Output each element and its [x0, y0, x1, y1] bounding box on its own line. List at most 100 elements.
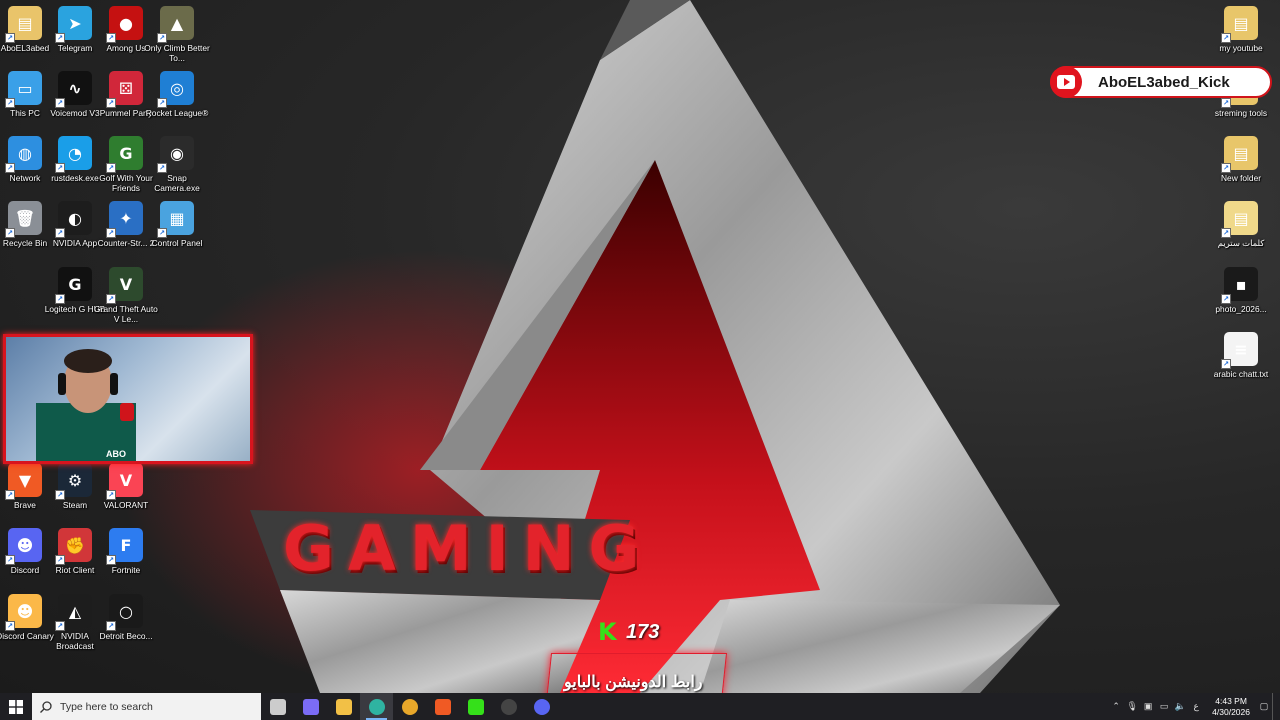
- desktop-shortcut-label: Grand Theft Auto V Le...: [94, 304, 158, 324]
- discord-icon: ☻ ↗: [5, 528, 42, 565]
- desktop-shortcut[interactable]: V ↗ Grand Theft Auto V Le...: [93, 267, 159, 324]
- taskbar-app-copilot[interactable]: [294, 693, 327, 720]
- brave-icon: [434, 698, 451, 715]
- file-explorer-icon: [335, 698, 352, 715]
- photo-file-icon: ▪ ↗: [1221, 267, 1258, 304]
- shortcut-arrow-icon: ↗: [157, 163, 167, 173]
- shortcut-arrow-icon: ↗: [106, 555, 116, 565]
- system-tray: ⌃ 🎙 ▣ ▭ 🔈 ع 4:43 PM 4/30/2026 ▢: [1108, 693, 1280, 720]
- desktop-shortcut-label: arabic chatt.txt: [1213, 369, 1269, 379]
- shortcut-arrow-icon: ↗: [157, 33, 167, 43]
- control-panel-icon: ▦ ↗: [157, 201, 194, 238]
- shortcut-arrow-icon: ↗: [106, 621, 116, 631]
- nvidia-icon: ◐ ↗: [55, 201, 92, 238]
- shortcut-arrow-icon: ↗: [1221, 98, 1231, 108]
- network-tray-icon[interactable]: ▭: [1156, 693, 1172, 720]
- shortcut-arrow-icon: ↗: [5, 490, 15, 500]
- desktop-shortcut-label: streming tools: [1214, 108, 1268, 118]
- volume-icon[interactable]: 🔈: [1172, 693, 1188, 720]
- desktop-shortcut[interactable]: F ↗ Fortnite: [93, 528, 159, 575]
- shortcut-arrow-icon: ↗: [1221, 359, 1231, 369]
- show-desktop-button[interactable]: [1272, 693, 1280, 720]
- display-icon[interactable]: ▣: [1140, 693, 1156, 720]
- clock[interactable]: 4:43 PM 4/30/2026: [1212, 696, 1250, 718]
- golf-icon: G ↗: [106, 136, 143, 173]
- pummel-party-icon: ⚄ ↗: [106, 71, 143, 108]
- desktop-shortcut[interactable]: ▪ ↗ photo_2026...: [1208, 267, 1274, 314]
- rocket-league-icon: ◎ ↗: [157, 71, 194, 108]
- desktop-shortcut-label: my youtube: [1219, 43, 1263, 53]
- kick-logo-icon: K: [598, 618, 617, 646]
- taskbar-app-file-explorer[interactable]: [327, 693, 360, 720]
- shortcut-arrow-icon: ↗: [1221, 228, 1231, 238]
- edge-icon: [368, 698, 385, 715]
- taskbar-app-obs[interactable]: [492, 693, 525, 720]
- shortcut-arrow-icon: ↗: [106, 228, 116, 238]
- network-icon: ◍ ↗: [5, 136, 42, 173]
- taskbar-search-box[interactable]: Type here to search: [32, 693, 261, 720]
- among-us-icon: ● ↗: [106, 6, 143, 43]
- shortcut-arrow-icon: ↗: [5, 98, 15, 108]
- shortcut-arrow-icon: ↗: [55, 228, 65, 238]
- desktop-shortcut-label: New folder: [1220, 173, 1262, 183]
- windows-icon: [9, 699, 23, 714]
- search-icon: [40, 700, 52, 713]
- shortcut-arrow-icon: ↗: [55, 621, 65, 631]
- desktop-shortcut-label: Only Climb Better To...: [144, 43, 210, 63]
- shortcut-arrow-icon: ↗: [5, 621, 15, 631]
- shortcut-arrow-icon: ↗: [55, 555, 65, 565]
- taskbar-app-brave[interactable]: [426, 693, 459, 720]
- start-button[interactable]: [0, 693, 32, 720]
- desktop-shortcut-label: Control Panel: [151, 238, 203, 248]
- desktop-shortcut[interactable]: ▤ ↗ New folder: [1208, 136, 1274, 183]
- gta-v-icon: V ↗: [106, 267, 143, 304]
- taskbar-app-edge[interactable]: [360, 693, 393, 720]
- streamer-figure: [36, 349, 136, 461]
- desktop-shortcut[interactable]: ▤ ↗ كلمات ستريم: [1208, 201, 1274, 248]
- microphone-icon[interactable]: 🎙: [1124, 693, 1140, 720]
- desktop-shortcut[interactable]: ▤ ↗ my youtube: [1208, 6, 1274, 53]
- language-indicator[interactable]: ع: [1188, 693, 1204, 720]
- folder-icon: ▤↗: [1221, 6, 1258, 43]
- user-folder-icon: ▤ ↗: [5, 6, 42, 43]
- folder-icon: ▤↗: [1221, 136, 1258, 173]
- taskbar-app-kick-app[interactable]: [459, 693, 492, 720]
- desktop-shortcut[interactable]: ≡ ↗ arabic chatt.txt: [1208, 332, 1274, 379]
- shortcut-arrow-icon: ↗: [106, 33, 116, 43]
- shortcut-arrow-icon: ↗: [157, 98, 167, 108]
- desktop-shortcut[interactable]: ▦ ↗ Control Panel: [144, 201, 210, 248]
- chevron-up-icon[interactable]: ⌃: [1108, 693, 1124, 720]
- notification-icon[interactable]: ▢: [1256, 693, 1272, 720]
- shortcut-arrow-icon: ↗: [106, 98, 116, 108]
- brave-icon: ▼ ↗: [5, 463, 42, 500]
- webcam-overlay: ABO: [3, 334, 253, 464]
- rustdesk-icon: ◔ ↗: [55, 136, 92, 173]
- shortcut-arrow-icon: ↗: [1221, 33, 1231, 43]
- desktop-shortcut[interactable]: ○ ↗ Detroit Beco...: [93, 594, 159, 641]
- counter-strike-icon: ✦ ↗: [106, 201, 143, 238]
- kick-app-icon: [467, 698, 484, 715]
- desktop-shortcut[interactable]: V ↗ VALORANT: [93, 463, 159, 510]
- shortcut-arrow-icon: ↗: [157, 228, 167, 238]
- telegram-icon: ➤ ↗: [55, 6, 92, 43]
- desktop-shortcut-label: Rocket League®: [145, 108, 209, 118]
- logitech-icon: G ↗: [55, 267, 92, 304]
- taskbar-app-discord[interactable]: [525, 693, 558, 720]
- desktop-shortcut[interactable]: ◉ ↗ Snap Camera.exe: [144, 136, 210, 193]
- desktop-shortcut[interactable]: ◎ ↗ Rocket League®: [144, 71, 210, 118]
- fortnite-icon: F ↗: [106, 528, 143, 565]
- taskbar-app-chrome[interactable]: [393, 693, 426, 720]
- desktop-shortcut-label: Fortnite: [111, 565, 141, 575]
- snap-camera-icon: ◉ ↗: [157, 136, 194, 173]
- taskbar-app-task-view[interactable]: [261, 693, 294, 720]
- shortcut-arrow-icon: ↗: [5, 163, 15, 173]
- discord-icon: [533, 698, 550, 715]
- shortcut-arrow-icon: ↗: [1221, 294, 1231, 304]
- desktop-shortcut[interactable]: ▲ ↗ Only Climb Better To...: [144, 6, 210, 63]
- valorant-icon: V ↗: [106, 463, 143, 500]
- clock-time: 4:43 PM: [1215, 695, 1247, 706]
- shortcut-arrow-icon: ↗: [106, 490, 116, 500]
- shortcut-arrow-icon: ↗: [5, 555, 15, 565]
- donation-link-text: رابط الدونيشن بالبايو: [564, 674, 703, 691]
- gaming-logo-text: GAMING: [283, 512, 654, 585]
